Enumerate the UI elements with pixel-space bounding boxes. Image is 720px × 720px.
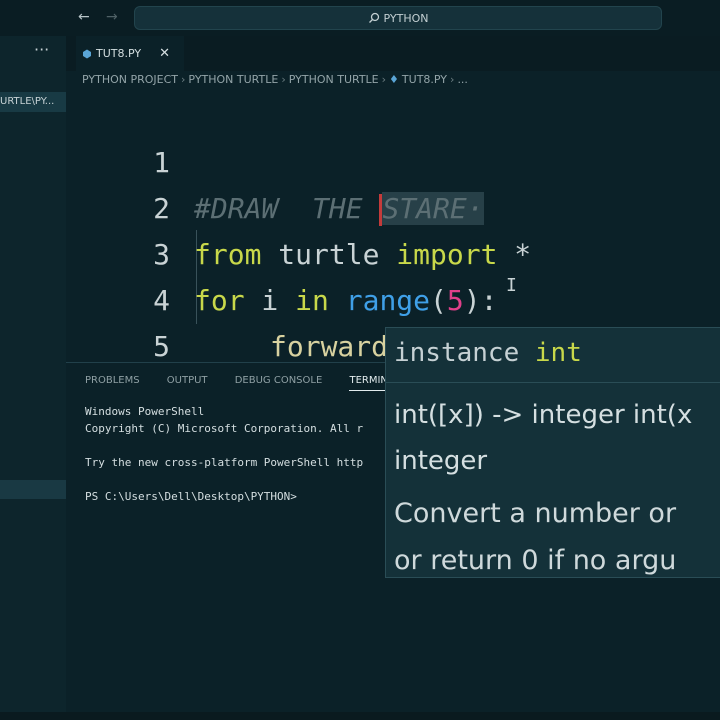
terminal-line: Windows PowerShell xyxy=(85,405,205,418)
sidebar-header: ··· xyxy=(0,36,66,71)
breadcrumb-item[interactable]: PYTHON PROJECT xyxy=(82,73,178,86)
hover-tooltip: instance int int([x]) -> integer int(x in… xyxy=(385,327,720,578)
terminal-output[interactable]: Windows PowerShell Copyright (C) Microsof… xyxy=(85,403,363,505)
tab-problems[interactable]: PROBLEMS xyxy=(85,375,140,386)
bottom-edge xyxy=(0,712,720,720)
terminal-line: Try the new cross-platform PowerShell ht… xyxy=(85,456,364,469)
search-label: PYTHON xyxy=(383,11,429,25)
chevron-right-icon: › xyxy=(381,73,387,86)
forward-arrow-icon[interactable]: → xyxy=(106,9,118,25)
instance-label: instance xyxy=(394,338,520,368)
editor-tab-bar: TUT8.PY ✕ xyxy=(66,36,720,71)
close-icon[interactable]: ✕ xyxy=(159,46,170,61)
chevron-right-icon: › xyxy=(281,73,286,86)
tab-output[interactable]: OUTPUT xyxy=(167,375,208,386)
back-arrow-icon[interactable]: ← xyxy=(78,9,90,25)
terminal-line: Copyright (C) Microsoft Corporation. All… xyxy=(85,422,364,435)
tab-debug-console[interactable]: DEBUG CONSOLE xyxy=(235,375,323,386)
terminal-line: ​ xyxy=(85,437,363,454)
tooltip-signature: int([x]) -> integer int(x integer xyxy=(394,392,692,484)
code-editor[interactable]: 1 #DRAW THE STARE· 2 from turtle import … xyxy=(66,92,720,362)
panel-tabs: PROBLEMS OUTPUT DEBUG CONSOLE TERMINAL xyxy=(85,375,424,391)
code-line[interactable]: 4 forward(200) xyxy=(66,232,720,362)
tooltip-header: instance int xyxy=(386,328,720,378)
code-line[interactable]: 2 from turtle import * xyxy=(66,140,720,271)
command-center-search[interactable]: PYTHON xyxy=(134,6,662,30)
chevron-right-icon: › xyxy=(450,73,455,86)
code-line[interactable]: 3 for i in range(5): xyxy=(66,186,720,317)
doc-line: Convert a number or xyxy=(394,498,677,529)
sidebar-file-item[interactable]: URTLE\PY... xyxy=(0,92,66,112)
signature-line: int([x]) -> integer int(x xyxy=(394,400,693,430)
terminal-line: ​ xyxy=(85,471,363,488)
chevron-right-icon: › xyxy=(181,73,186,86)
doc-line: or return 0 if no argu xyxy=(394,545,677,576)
tab-label: TUT8.PY xyxy=(96,47,142,60)
terminal-prompt: PS C:\Users\Dell\Desktop\PYTHON> xyxy=(85,490,297,503)
tooltip-divider xyxy=(386,382,720,383)
breadcrumb: PYTHON PROJECT › PYTHON TURTLE › PYTHON TURT… xyxy=(82,73,468,91)
title-bar: ← → PYTHON xyxy=(0,0,720,36)
explorer-sidebar: ··· URTLE\PY... xyxy=(0,36,66,712)
breadcrumb-item[interactable]: ... xyxy=(457,73,468,86)
python-file-icon xyxy=(83,49,91,58)
code-line[interactable]: 1 #DRAW THE STARE· xyxy=(66,94,720,226)
return-type-line: integer xyxy=(394,446,488,476)
text-cursor-icon: I xyxy=(506,275,517,296)
python-file-icon: ♦ xyxy=(389,73,399,86)
sidebar-highlight-row xyxy=(0,480,66,499)
breadcrumb-item[interactable]: PYTHON TURTLE xyxy=(188,73,278,86)
type-label: int xyxy=(534,338,582,368)
code-line[interactable]: 5 right(144) xyxy=(66,278,720,362)
more-actions-icon[interactable]: ··· xyxy=(34,40,49,59)
breadcrumb-item[interactable]: TUT8.PY xyxy=(402,73,447,86)
sidebar-file-label: URTLE\PY... xyxy=(0,96,55,107)
breadcrumb-item[interactable]: PYTHON TURTLE xyxy=(289,73,379,86)
tooltip-docstring: Convert a number or or return 0 if no arg… xyxy=(394,490,677,577)
search-icon xyxy=(368,12,379,23)
tab-tut8[interactable]: TUT8.PY ✕ xyxy=(76,36,184,71)
